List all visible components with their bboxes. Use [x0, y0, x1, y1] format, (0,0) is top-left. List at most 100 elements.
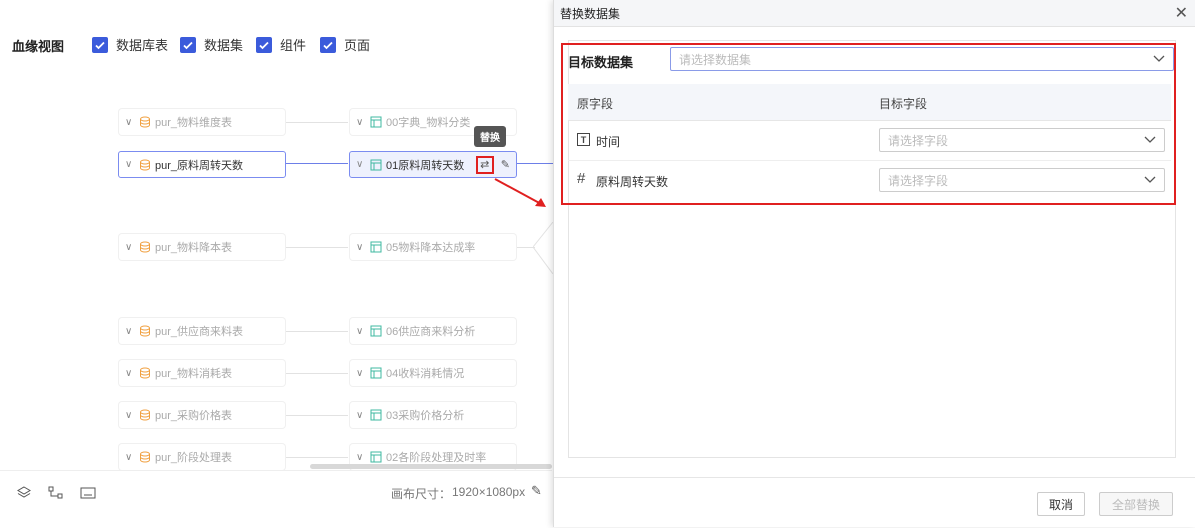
table-node-selected[interactable]: ∨ pur_原料周转天数	[118, 151, 286, 178]
checkbox-checked-icon[interactable]	[256, 36, 272, 53]
chevron-down-icon[interactable]	[1144, 133, 1156, 147]
table-header: 原字段 目标字段	[568, 84, 1171, 121]
node-label: 05物料降本达成率	[386, 242, 476, 254]
chevron-down-icon[interactable]: ∨	[125, 452, 135, 463]
replace-dataset-dialog: 替换数据集 ✕ 目标数据集 请选择数据集 原字段 目标字段 T 时间 请选择字段…	[553, 0, 1195, 527]
checkbox-label: 组件	[280, 38, 307, 53]
table-node[interactable]: ∨ pur_采购价格表	[119, 402, 285, 428]
source-field-name: 原料周转天数	[596, 175, 669, 189]
cancel-button[interactable]: 取消	[1037, 492, 1085, 516]
source-field-name: 时间	[596, 135, 621, 149]
dataset-icon	[370, 116, 382, 128]
chevron-down-icon[interactable]: ∨	[356, 410, 366, 421]
table-node[interactable]: ∨ pur_阶段处理表	[119, 444, 285, 470]
table-node[interactable]: ∨ pur_供应商来料表	[119, 318, 285, 344]
tree-structure-icon[interactable]	[48, 486, 64, 503]
replace-all-button[interactable]: 全部替换	[1099, 492, 1173, 516]
column-header-target: 目标字段	[879, 97, 928, 111]
target-dataset-label: 目标数据集	[568, 55, 634, 70]
checkbox-dataset[interactable]: 数据集	[180, 35, 243, 54]
chevron-down-icon[interactable]: ∨	[125, 159, 135, 170]
lineage-branch	[533, 222, 553, 274]
chevron-down-icon[interactable]: ∨	[125, 368, 135, 379]
node-label: 04收料消耗情况	[386, 368, 465, 380]
target-field-select[interactable]: 请选择字段	[879, 168, 1165, 192]
checkbox-checked-icon[interactable]	[180, 36, 196, 53]
dialog-header: 替换数据集 ✕	[554, 0, 1195, 27]
chevron-down-icon[interactable]: ∨	[125, 326, 135, 337]
chevron-down-icon[interactable]: ∨	[125, 242, 135, 253]
layers-icon[interactable]	[17, 486, 31, 503]
node-label: pur_物料维度表	[155, 117, 233, 129]
dataset-icon	[370, 325, 382, 337]
checkbox-component[interactable]: 组件	[256, 35, 306, 54]
node-label: 02各阶段处理及时率	[386, 452, 487, 464]
chevron-down-icon[interactable]: ∨	[356, 117, 366, 128]
database-icon	[140, 451, 150, 463]
dataset-node[interactable]: ∨ 04收料消耗情况	[350, 360, 516, 386]
chevron-down-icon[interactable]: ∨	[356, 452, 366, 463]
target-dataset-select[interactable]: 请选择数据集	[670, 47, 1174, 71]
page-title: 血缘视图	[12, 39, 65, 54]
dataset-node[interactable]: ∨ 03采购价格分析	[350, 402, 516, 428]
node-label: pur_采购价格表	[155, 410, 233, 422]
horizontal-scrollbar[interactable]	[310, 464, 552, 469]
node-label: 01原料周转天数	[386, 159, 465, 172]
dataset-icon	[370, 367, 382, 379]
node-label: 00字典_物料分类	[386, 117, 471, 129]
table-node[interactable]: ∨ pur_物料维度表	[119, 109, 285, 135]
checkbox-label: 数据集	[204, 38, 244, 53]
number-type-icon: #	[577, 170, 586, 187]
dataset-node-selected[interactable]: ∨ 01原料周转天数 ⇄ ✎	[349, 151, 517, 178]
database-icon	[140, 409, 150, 421]
checkbox-database-table[interactable]: 数据库表	[92, 35, 168, 54]
canvas-size-value: 1920×1080px	[452, 485, 526, 499]
swap-button[interactable]: ⇄	[475, 155, 494, 174]
dataset-node[interactable]: ∨ 06供应商来料分析	[350, 318, 516, 344]
node-label: pur_物料降本表	[155, 242, 233, 254]
target-field-select[interactable]: 请选择字段	[879, 128, 1165, 152]
chevron-down-icon[interactable]: ∨	[356, 242, 366, 253]
table-node[interactable]: ∨ pur_物料消耗表	[119, 360, 285, 386]
database-icon	[140, 241, 150, 253]
dataset-icon	[370, 241, 382, 253]
canvas-size-label: 画布尺寸：	[391, 487, 452, 501]
table-row: # 原料周转天数 请选择字段	[568, 161, 1171, 200]
node-label: 06供应商来料分析	[386, 326, 476, 338]
text-type-icon: T	[577, 133, 590, 146]
dataset-icon	[370, 409, 382, 421]
edit-icon[interactable]: ✎	[501, 158, 510, 171]
select-placeholder: 请选择字段	[888, 173, 949, 188]
close-icon[interactable]: ✕	[1175, 3, 1188, 23]
dataset-node[interactable]: ∨ 05物料降本达成率	[350, 234, 516, 260]
dialog-footer: 取消 全部替换	[554, 477, 1195, 528]
dataset-icon	[370, 159, 382, 170]
database-icon	[140, 116, 150, 128]
chevron-down-icon[interactable]: ∨	[125, 117, 135, 128]
column-header-source: 原字段	[577, 97, 614, 111]
chevron-down-icon[interactable]: ∨	[356, 326, 366, 337]
select-placeholder: 请选择数据集	[679, 52, 752, 67]
chevron-down-icon[interactable]: ∨	[125, 410, 135, 421]
chevron-down-icon[interactable]: ∨	[356, 368, 366, 379]
checkbox-label: 数据库表	[116, 38, 169, 53]
checkbox-checked-icon[interactable]	[92, 36, 108, 53]
chevron-down-icon[interactable]	[1144, 173, 1156, 187]
keyboard-icon[interactable]	[80, 487, 96, 502]
table-node[interactable]: ∨ pur_物料降本表	[119, 234, 285, 260]
node-label: 03采购价格分析	[386, 410, 465, 422]
edit-icon[interactable]: ✎	[531, 483, 542, 499]
chevron-down-icon[interactable]	[1153, 52, 1165, 66]
node-label: pur_阶段处理表	[155, 452, 233, 464]
checkbox-page[interactable]: 页面	[320, 35, 370, 54]
select-placeholder: 请选择字段	[888, 133, 949, 148]
database-icon	[140, 325, 150, 337]
chevron-down-icon[interactable]: ∨	[356, 159, 366, 170]
database-icon	[140, 159, 150, 171]
node-label: pur_物料消耗表	[155, 368, 233, 380]
dataset-icon	[370, 451, 382, 463]
checkbox-checked-icon[interactable]	[320, 36, 336, 53]
dialog-title: 替换数据集	[560, 6, 621, 21]
node-label: pur_原料周转天数	[155, 159, 244, 172]
database-icon	[140, 367, 150, 379]
